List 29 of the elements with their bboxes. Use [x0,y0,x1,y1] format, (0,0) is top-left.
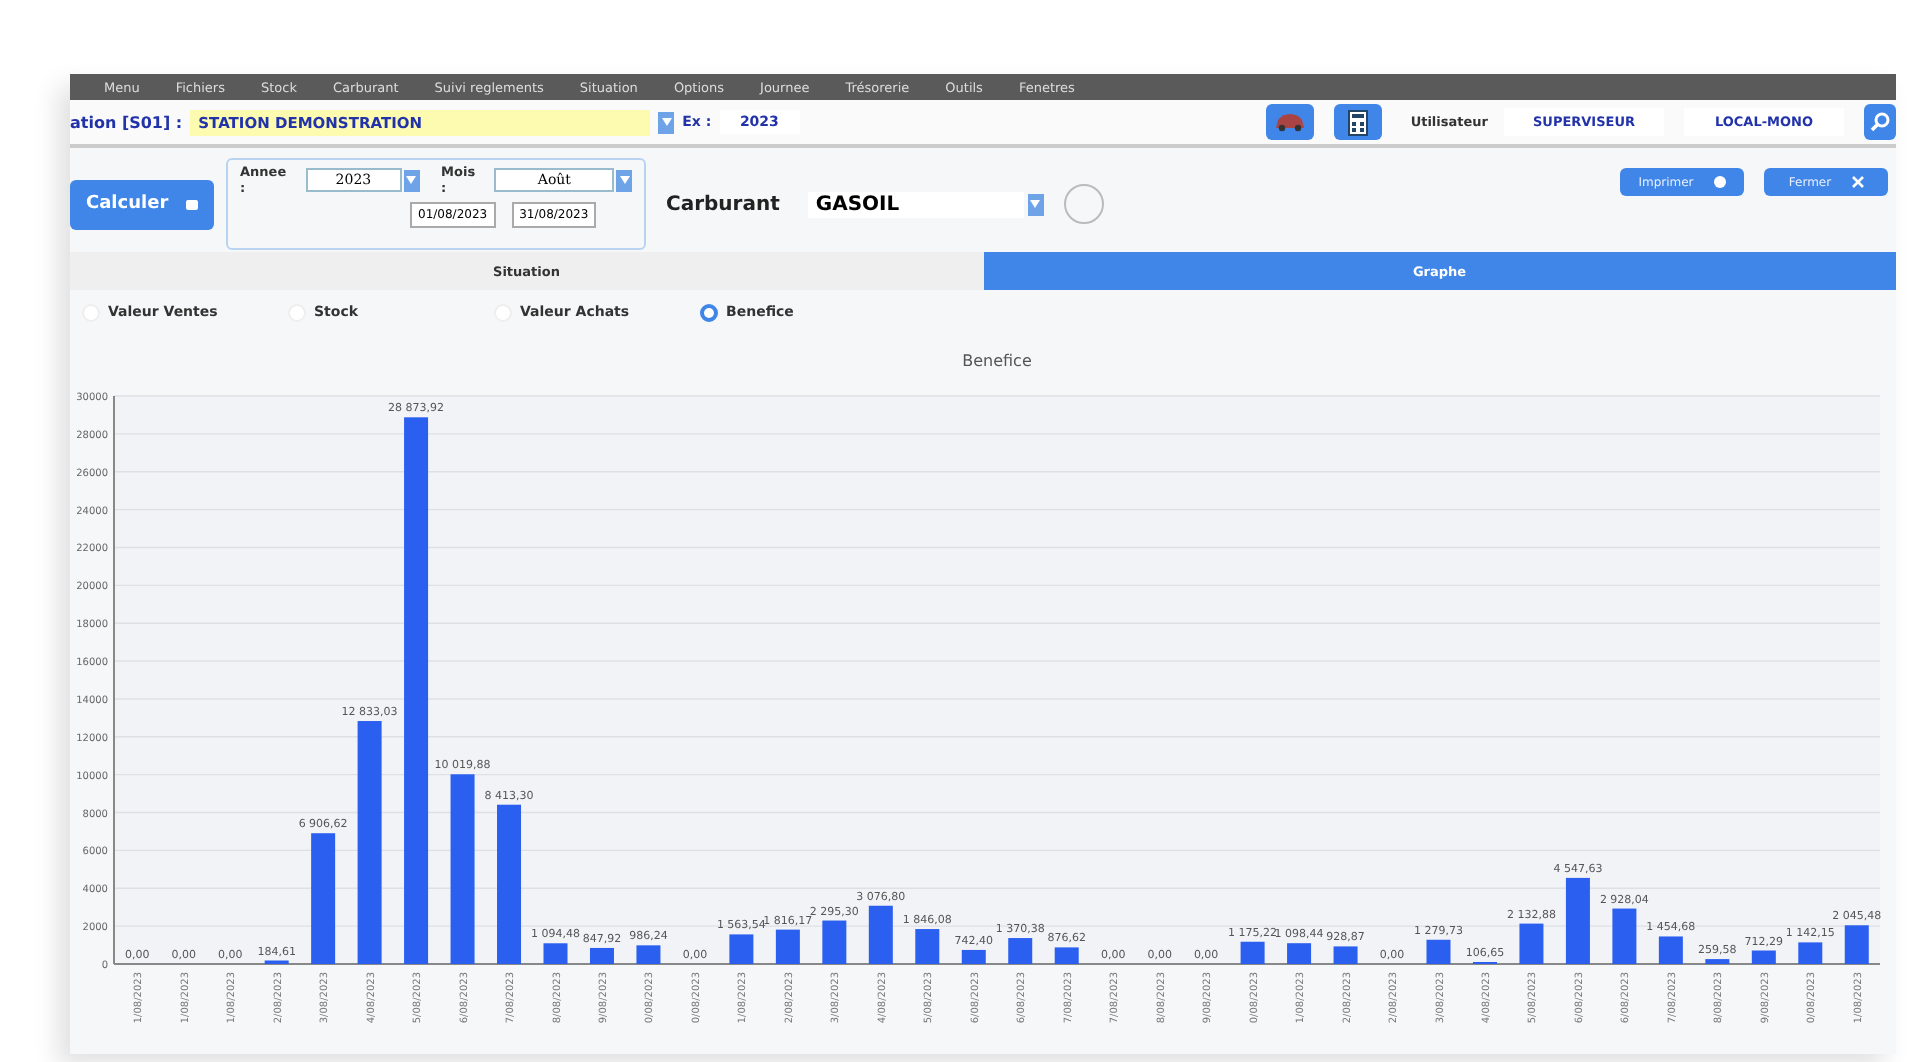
bar [1333,946,1358,964]
fuel-label: Carburant [666,193,780,215]
bar [1705,959,1730,964]
bar [543,943,568,964]
bar [1798,942,1823,964]
station-label: ation [S01] : [70,113,183,131]
car-icon [1274,112,1307,132]
bar [915,929,940,964]
car-icon-button[interactable] [1266,104,1315,140]
bar [729,934,754,964]
chart-title: Benefice [962,352,1032,370]
close-icon [1851,176,1864,188]
circle-icon [1063,184,1104,224]
bar [1287,943,1312,964]
calculator-icon [1348,109,1369,135]
search-icon [1870,111,1890,131]
bar [1054,947,1079,964]
bar [822,920,847,964]
calculator-icon-button[interactable] [1334,104,1383,140]
bar [1844,925,1869,964]
calculate-button[interactable]: Calculer [70,179,214,229]
bar [1612,908,1637,964]
bar [1519,923,1544,964]
bar [636,945,661,964]
bar [1658,936,1683,964]
bar [1008,938,1033,964]
bar [311,833,336,964]
fuel-dropdown[interactable]: GASOIL [807,191,1024,217]
search-button[interactable] [1864,104,1896,140]
